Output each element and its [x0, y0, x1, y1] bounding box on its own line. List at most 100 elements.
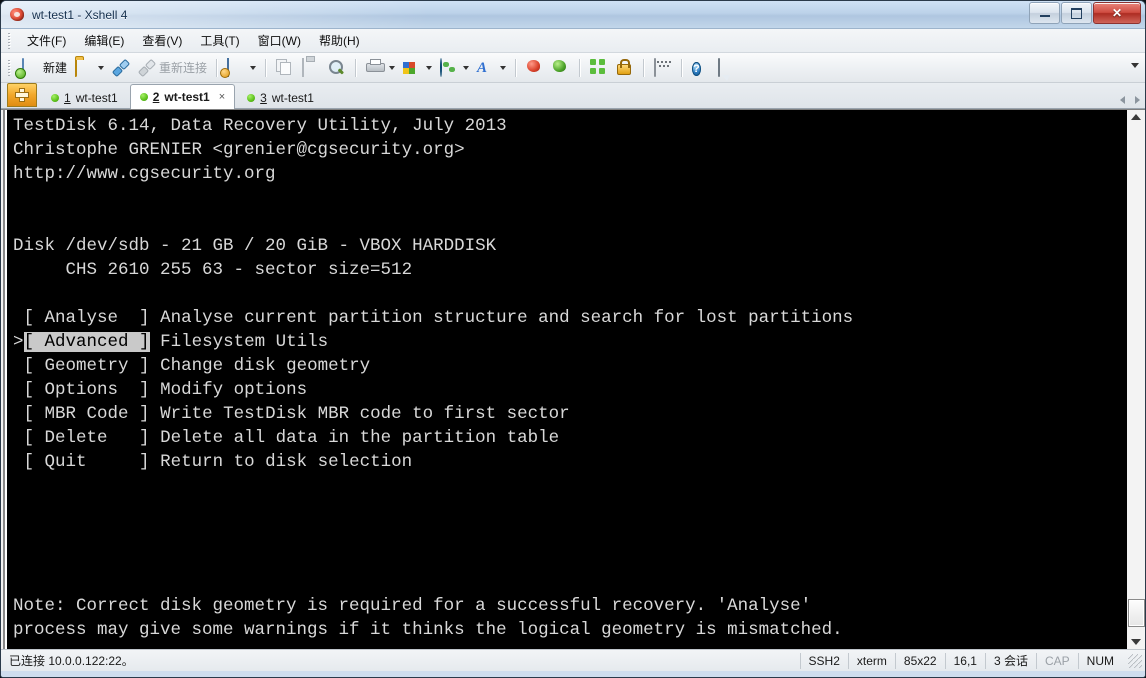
tab-session-2[interactable]: 2 wt-test1 ×: [129, 84, 236, 109]
menu-entry-advanced-bracket[interactable]: [ Advanced ]: [23, 332, 150, 352]
menu-edit[interactable]: 编辑(E): [75, 29, 133, 52]
menu-selector-caret: >: [13, 332, 24, 352]
xftp-launch-button[interactable]: [548, 56, 574, 80]
copy-icon: [276, 59, 294, 77]
status-protocol: SSH2: [799, 652, 848, 669]
menubar-grip[interactable]: [7, 32, 12, 49]
scroll-up-icon[interactable]: [1131, 114, 1141, 120]
lock-button[interactable]: [612, 56, 638, 80]
toolbar-separator: [643, 58, 646, 77]
keyboard-icon: [654, 57, 672, 77]
terminal-screen[interactable]: TestDisk 6.14, Data Recovery Utility, Ju…: [9, 110, 1126, 649]
find-button[interactable]: [324, 56, 350, 80]
tab-session-1[interactable]: 1 wt-test1: [41, 87, 128, 108]
scrollbar-thumb[interactable]: [1128, 599, 1145, 627]
xshell-launch-button[interactable]: [522, 56, 548, 80]
connected-status-dot: [139, 93, 148, 101]
plug-connect-icon: [112, 59, 130, 77]
paste-button: [298, 56, 324, 80]
connected-status-dot: [51, 94, 59, 102]
xshell-icon: [9, 6, 26, 23]
tab-scroll-controls: [1120, 96, 1140, 104]
tab-label: wt-test1: [164, 90, 210, 104]
help-button[interactable]: ?: [688, 56, 714, 80]
menu-entry-geometry-bracket[interactable]: [ Geometry ]: [24, 356, 150, 376]
xftp-icon: [552, 59, 570, 77]
connect-button[interactable]: [108, 56, 134, 80]
terminal-scrollbar[interactable]: [1126, 110, 1145, 649]
print-button[interactable]: [362, 56, 399, 80]
chevron-down-icon[interactable]: [98, 65, 105, 70]
window-controls: ✕: [1029, 2, 1141, 24]
menu-entry-delete-desc: Delete all data in the partition table: [160, 428, 560, 448]
menu-entry-quit-bracket[interactable]: [ Quit ]: [24, 452, 150, 472]
terminal-line-2: Christophe GRENIER <grenier@cgsecurity.o…: [13, 140, 465, 160]
menu-view[interactable]: 查看(V): [133, 29, 191, 52]
toolbar: 新建 重新连接 A ?: [1, 53, 1145, 83]
new-session-button[interactable]: 新建: [18, 56, 71, 80]
menu-entry-mbrcode-bracket[interactable]: [ MBR Code ]: [24, 404, 150, 424]
search-icon: [328, 59, 346, 77]
toolbar-separator: [216, 58, 219, 77]
connected-status-dot: [247, 94, 256, 102]
menu-file[interactable]: 文件(F): [18, 29, 75, 52]
menu-entry-analyse-bracket[interactable]: [ Analyse ]: [24, 308, 150, 328]
terminal-area: TestDisk 6.14, Data Recovery Utility, Ju…: [1, 109, 1145, 649]
restore-icon: [1071, 7, 1082, 19]
status-cursor-position: 16,1: [944, 652, 985, 669]
connection-status: 已连接 10.0.0.122:22。: [9, 654, 134, 668]
chevron-down-icon[interactable]: [389, 65, 396, 70]
toolbar-separator: [355, 58, 358, 77]
chat-bubble-icon: [718, 57, 736, 77]
help-icon: ?: [692, 61, 701, 76]
chevron-down-icon[interactable]: [426, 65, 433, 70]
tab-scroll-left-icon[interactable]: [1120, 96, 1125, 104]
status-session-count: 3 会话: [984, 652, 1036, 669]
restore-button[interactable]: [1061, 2, 1092, 24]
open-session-button[interactable]: [71, 56, 108, 80]
reconnect-button: 重新连接: [134, 56, 211, 80]
menu-entry-advanced-desc: Filesystem Utils: [160, 332, 329, 352]
toolbar-grip[interactable]: [7, 59, 12, 76]
terminal-note-line-1: Note: Correct disk geometry is required …: [13, 596, 812, 616]
menu-tools[interactable]: 工具(T): [191, 29, 248, 52]
menu-window[interactable]: 窗口(W): [249, 29, 310, 52]
toolbar-overflow-chevron-icon[interactable]: [1131, 63, 1139, 68]
chevron-down-icon[interactable]: [500, 65, 507, 70]
toolbar-separator: [681, 58, 684, 77]
compose-bar-button[interactable]: [650, 56, 676, 80]
arrange-windows-button[interactable]: [586, 56, 612, 80]
status-bar: 已连接 10.0.0.122:22。 SSH2 xterm 85x22 16,1…: [1, 649, 1145, 671]
font-button[interactable]: A: [473, 56, 510, 80]
minimize-icon: [1039, 15, 1050, 17]
new-tab-button[interactable]: [7, 83, 37, 107]
close-button[interactable]: ✕: [1093, 2, 1141, 24]
menu-entry-delete-bracket[interactable]: [ Delete ]: [24, 428, 150, 448]
xshell-window: wt-test1 - Xshell 4 ✕ 文件(F) 编辑(E) 查看(V) …: [0, 0, 1146, 678]
resize-grip-icon[interactable]: [1128, 653, 1142, 668]
chevron-down-icon[interactable]: [250, 65, 257, 70]
minimize-button[interactable]: [1029, 2, 1060, 24]
menu-entry-options-bracket[interactable]: [ Options ]: [24, 380, 150, 400]
tab-scroll-right-icon[interactable]: [1135, 96, 1140, 104]
printer-icon: [366, 59, 384, 77]
color-scheme-button[interactable]: [399, 56, 436, 80]
new-session-icon: [22, 57, 40, 77]
menu-entry-mbrcode-desc: Write TestDisk MBR code to first sector: [160, 404, 570, 424]
menu-bar: 文件(F) 编辑(E) 查看(V) 工具(T) 窗口(W) 帮助(H): [1, 29, 1145, 53]
tab-bar: 1 wt-test1 2 wt-test1 × 3 wt-test1: [1, 83, 1145, 109]
plus-icon: [16, 89, 28, 101]
tile-windows-icon: [590, 59, 608, 77]
encoding-button[interactable]: [436, 56, 473, 80]
script-button[interactable]: [223, 56, 260, 80]
chevron-down-icon[interactable]: [463, 65, 470, 70]
status-num-lock: NUM: [1077, 652, 1122, 669]
menu-entry-quit-desc: Return to disk selection: [160, 452, 413, 472]
tab-session-3[interactable]: 3 wt-test1: [237, 87, 324, 108]
close-tab-icon[interactable]: ×: [219, 91, 225, 103]
menu-help[interactable]: 帮助(H): [310, 29, 369, 52]
scroll-down-icon[interactable]: [1131, 639, 1141, 645]
menu-entry-analyse-desc: Analyse current partition structure and …: [160, 308, 854, 328]
feedback-button[interactable]: [714, 56, 740, 80]
title-bar: wt-test1 - Xshell 4 ✕: [1, 1, 1145, 29]
